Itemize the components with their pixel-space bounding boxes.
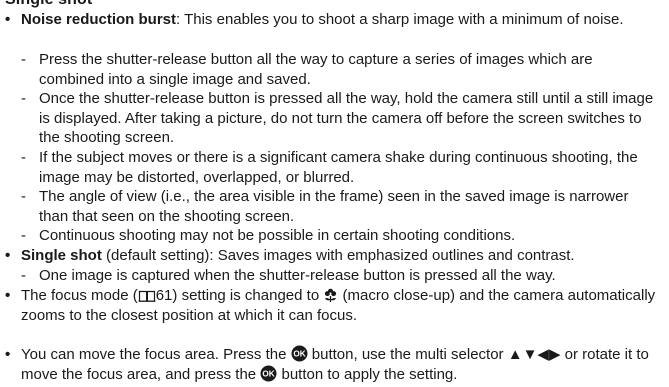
- move-focus-item: • You can move the focus area. Press the…: [5, 345, 649, 383]
- ok-button-icon: OK: [291, 345, 308, 362]
- page-reference: 61: [155, 287, 173, 304]
- noise-reduction-title: Noise reduction burst: [21, 11, 177, 28]
- book-icon: [138, 289, 156, 303]
- single-shot-title: Single shot: [21, 247, 102, 264]
- noise-reduction-item: • Noise reduction burst: This enables yo…: [5, 10, 665, 30]
- macro-flower-icon: [323, 288, 338, 303]
- noise-sub-text: If the subject moves or there is a signi…: [39, 149, 638, 186]
- bullet: •: [5, 346, 11, 363]
- focus-mode-item: • The focus mode (61) setting is changed…: [5, 287, 656, 324]
- noise-sub-item: - The angle of view (i.e., the area visi…: [21, 187, 661, 226]
- noise-sub-text: Once the shutter-release button is press…: [39, 90, 654, 146]
- dash: -: [21, 227, 26, 244]
- noise-sub-text: Press the shutter-release button all the…: [39, 51, 593, 88]
- section-heading: Single shot: [5, 0, 92, 10]
- dash: -: [21, 149, 26, 166]
- noise-sub-item: - Continuous shooting may not be possibl…: [21, 226, 661, 246]
- bullet: •: [5, 247, 11, 264]
- single-sub-item: - One image is captured when the shutter…: [21, 266, 661, 286]
- noise-sub-item: - Once the shutter-release button is pre…: [21, 89, 661, 148]
- dash: -: [21, 51, 26, 68]
- bullet: •: [5, 287, 11, 304]
- svg-text:OK: OK: [293, 350, 305, 359]
- svg-text:OK: OK: [263, 369, 275, 378]
- noise-sub-item: - If the subject moves or there is a sig…: [21, 148, 661, 187]
- multi-selector-arrows: ▲▼◀▶: [507, 346, 561, 363]
- single-shot-item: • Single shot (default setting): Saves i…: [5, 246, 665, 266]
- dash: -: [21, 188, 26, 205]
- noise-sub-item: - Press the shutter-release button all t…: [21, 50, 661, 89]
- noise-sub-text: Continuous shooting may not be possible …: [39, 227, 516, 244]
- ok-button-icon: OK: [260, 365, 277, 382]
- single-sub-text: One image is captured when the shutter-r…: [39, 267, 556, 284]
- dash: -: [21, 90, 26, 107]
- dash: -: [21, 267, 26, 284]
- bullet: •: [5, 11, 11, 28]
- noise-reduction-desc: : This enables you to shoot a sharp imag…: [176, 11, 624, 28]
- manual-page: Single shot • Noise reduction burst: Thi…: [0, 0, 669, 387]
- single-shot-desc: (default setting): Saves images with emp…: [101, 247, 575, 264]
- noise-sub-text: The angle of view (i.e., the area visibl…: [39, 188, 629, 225]
